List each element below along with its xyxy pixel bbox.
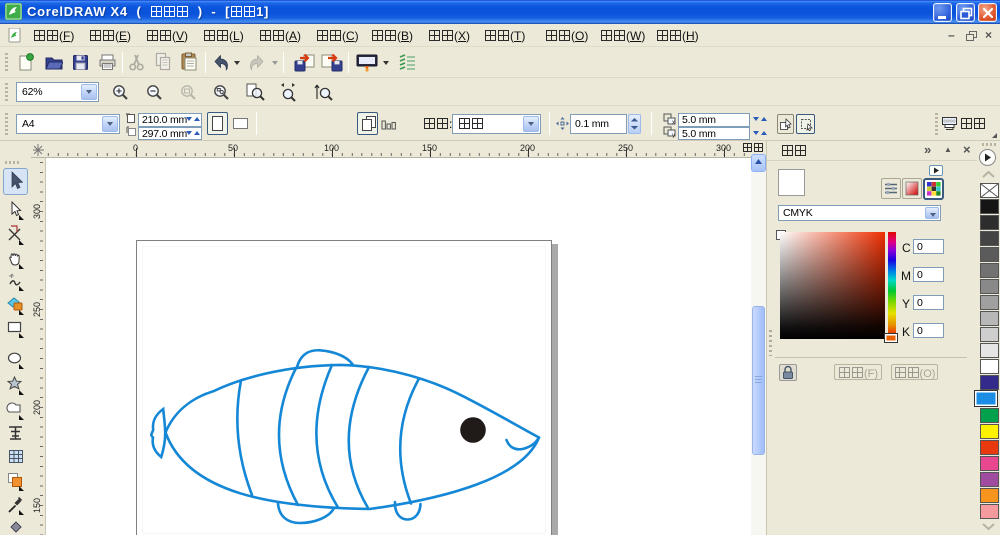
svg-text:y: y [672, 133, 675, 138]
svg-text:x: x [672, 120, 675, 125]
